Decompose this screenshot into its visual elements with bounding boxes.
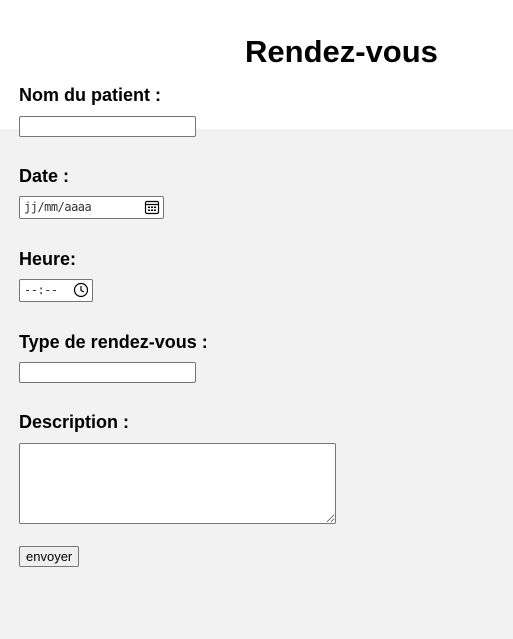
appointment-type-label: Type de rendez-vous : [19, 332, 208, 352]
page-title: Rendez-vous [245, 34, 438, 69]
clock-icon[interactable] [73, 282, 89, 298]
appointment-type-input[interactable] [19, 362, 196, 383]
time-placeholder: --:-- [24, 283, 58, 297]
submit-button[interactable]: envoyer [19, 546, 80, 567]
calendar-icon[interactable] [144, 199, 160, 215]
description-label: Description : [19, 412, 130, 432]
date-input[interactable]: jj/mm/aaaa [19, 196, 164, 219]
date-placeholder: jj/mm/aaaa [24, 200, 92, 214]
patient-name-input[interactable] [19, 116, 196, 137]
time-input[interactable]: --:-- [19, 279, 93, 302]
date-label: Date : [19, 166, 70, 186]
time-label: Heure: [19, 249, 77, 269]
patient-name-label: Nom du patient : [19, 85, 161, 105]
description-textarea[interactable] [19, 443, 336, 524]
